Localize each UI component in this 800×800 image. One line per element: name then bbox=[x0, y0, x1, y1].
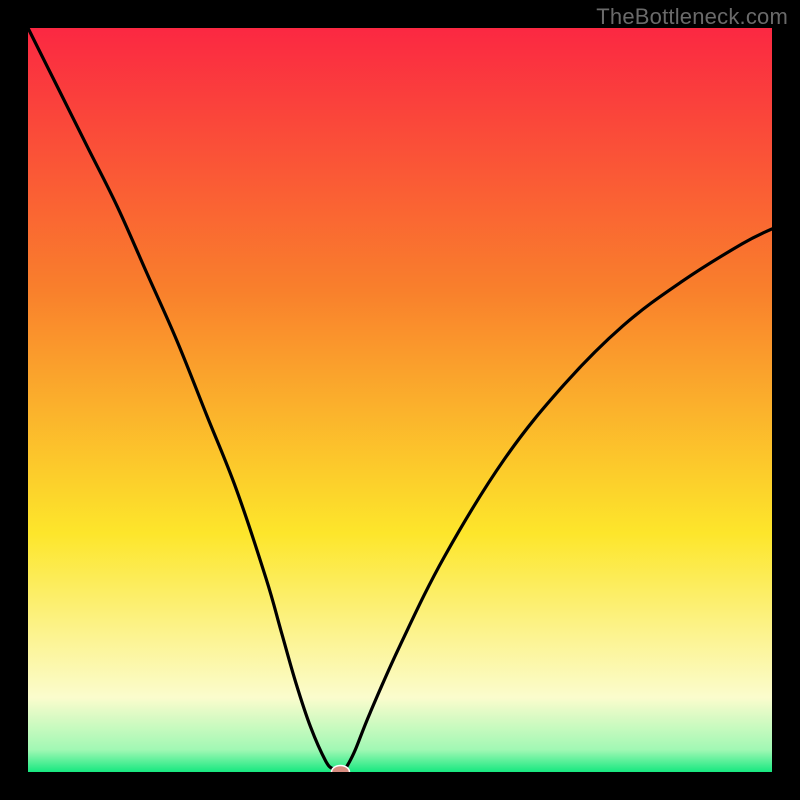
optimum-marker bbox=[331, 766, 349, 773]
chart-frame: TheBottleneck.com bbox=[0, 0, 800, 800]
plot-svg bbox=[28, 28, 772, 772]
watermark-text: TheBottleneck.com bbox=[596, 4, 788, 30]
plot-area bbox=[28, 28, 772, 772]
gradient-bg bbox=[28, 28, 772, 772]
